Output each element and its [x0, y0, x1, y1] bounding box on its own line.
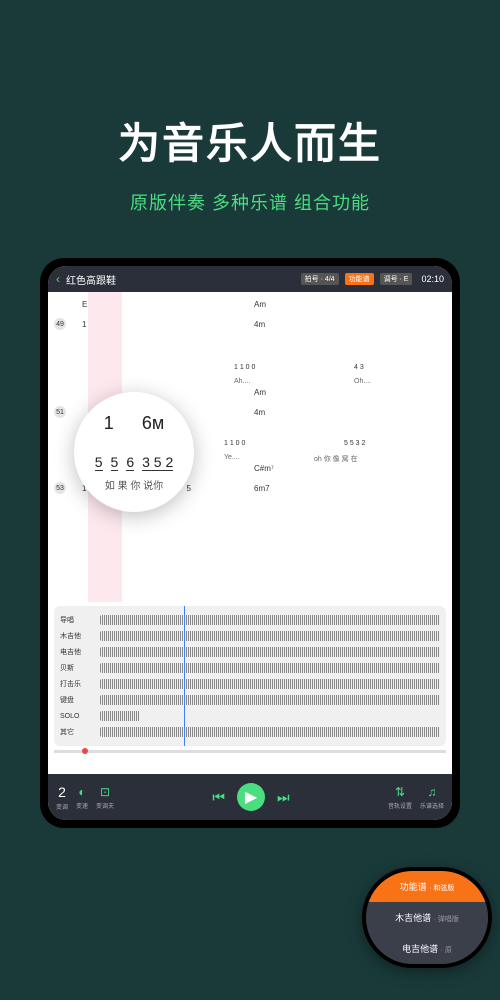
note: 1 — [82, 320, 86, 329]
popup-option-acoustic[interactable]: 木吉他谱 · 弹唱版 — [366, 902, 488, 933]
track-waveform — [100, 663, 440, 673]
next-icon[interactable]: ⏭ — [277, 789, 290, 806]
track-waveform — [100, 615, 440, 625]
bar-number: 51 — [54, 406, 66, 418]
popup-option-electric[interactable]: 电吉他谱 · 原 — [366, 933, 488, 964]
badge-time-sig[interactable]: 拍号 · 4/4 — [301, 273, 339, 285]
magnified-note: 1 — [104, 413, 114, 434]
time-display: 02:10 — [421, 274, 444, 284]
score-area[interactable]: E Am 49 1 4m 1 1 0 0 4 3 Ah.... Oh.... A… — [48, 292, 452, 602]
magnifier-zoom: 1 6м 5 5 6 3 5 2 如 果 你 说你 — [74, 392, 194, 512]
magnified-note: 6 — [126, 454, 134, 471]
note: 5 — [186, 484, 190, 493]
track-row[interactable]: SOLO — [60, 708, 440, 724]
playhead-line[interactable] — [184, 606, 185, 746]
hero-title: 为音乐人而生 — [0, 0, 500, 171]
music-note-icon: ♫ — [427, 785, 436, 799]
track-row[interactable]: 导唱 — [60, 612, 440, 628]
popup-label: 电吉他谱 — [402, 944, 438, 954]
tablet-screen: ‹ 红色高跟鞋 拍号 · 4/4 功能谱 调号 · E 02:10 E Am 4… — [48, 266, 452, 820]
lyric: Ah.... — [234, 378, 250, 385]
chord-label: Am — [254, 300, 266, 309]
transpose-value: 2 — [58, 784, 66, 800]
track-row[interactable]: 键盘 — [60, 692, 440, 708]
chord-label: Am — [254, 388, 266, 397]
popup-label: 功能谱 — [400, 882, 427, 892]
track-row[interactable]: 木吉他 — [60, 628, 440, 644]
sliders-icon: ⇅ — [395, 785, 405, 799]
chord-label: 6m7 — [254, 484, 270, 493]
lyric: Ye.... — [224, 454, 240, 461]
track-row[interactable]: 打击乐 — [60, 676, 440, 692]
notes: 5 5 3 2 — [344, 440, 365, 447]
control-label: 变速 — [76, 801, 88, 810]
score-type-popup: 功能谱 · 和弦版 木吉他谱 · 弹唱版 电吉他谱 · 原 — [362, 867, 492, 968]
play-button[interactable]: ▶ — [237, 783, 265, 811]
control-label: 乐谱选择 — [420, 801, 444, 810]
track-name: 木吉他 — [60, 631, 94, 641]
track-waveform — [100, 679, 440, 689]
notes: 4 3 — [354, 364, 364, 371]
app-header: ‹ 红色高跟鞋 拍号 · 4/4 功能谱 调号 · E 02:10 — [48, 266, 452, 292]
chord-label: 4m — [254, 320, 265, 329]
track-name: 其它 — [60, 727, 94, 737]
speedometer-icon: ◐ — [78, 785, 85, 799]
notes: 1 1 0 0 — [234, 364, 255, 371]
prev-icon[interactable]: ⏮ — [212, 789, 225, 806]
control-label: 音轨设置 — [388, 801, 412, 810]
popup-label: 木吉他谱 — [395, 913, 431, 923]
score-select-control[interactable]: ♫ 乐谱选择 — [420, 785, 444, 810]
progress-thumb[interactable] — [82, 748, 88, 754]
track-waveform — [100, 631, 440, 641]
track-waveform — [100, 711, 140, 721]
capo-control[interactable]: ⊡ 变调夫 — [96, 785, 114, 810]
hero-subtitle: 原版伴奏 多种乐谱 组合功能 — [0, 189, 500, 215]
track-row[interactable]: 电吉他 — [60, 644, 440, 660]
control-label: 变调 — [56, 802, 68, 811]
bar-number: 53 — [54, 482, 66, 494]
popup-sublabel: · 原 — [441, 947, 452, 954]
track-name: 键盘 — [60, 695, 94, 705]
track-row[interactable]: 其它 — [60, 724, 440, 740]
bar-number: 49 — [54, 318, 66, 330]
badge-score-type[interactable]: 功能谱 — [345, 273, 374, 285]
track-waveform — [100, 647, 440, 657]
progress-bar[interactable] — [54, 750, 446, 753]
tempo-control[interactable]: ◐ 变速 — [76, 785, 88, 810]
chord-label: C#m⁷ — [254, 464, 274, 473]
song-title: 红色高跟鞋 — [66, 272, 295, 287]
track-name: 导唱 — [60, 615, 94, 625]
popup-sublabel: · 和弦版 — [429, 885, 454, 892]
mixer-control[interactable]: ⇅ 音轨设置 — [388, 785, 412, 810]
track-row[interactable]: 贝斯 — [60, 660, 440, 676]
tracks-panel: 导唱 木吉他 电吉他 贝斯 打击乐 键盘 SOLO 其它 — [54, 606, 446, 746]
magnified-note: 5 — [95, 454, 103, 471]
track-waveform — [100, 727, 440, 737]
track-name: SOLO — [60, 713, 94, 720]
bottom-toolbar: 2 变调 ◐ 变速 ⊡ 变调夫 ⏮ ▶ ⏭ ⇅ 音轨设置 — [48, 774, 452, 820]
capo-icon: ⊡ — [100, 785, 110, 799]
track-name: 贝斯 — [60, 663, 94, 673]
lyric: oh 你 像 窝 在 — [314, 454, 358, 464]
magnified-note: 6м — [142, 413, 164, 434]
magnified-note: 3 5 2 — [142, 454, 173, 471]
chord-label: 4m — [254, 408, 265, 417]
play-icon: ▶ — [245, 787, 257, 807]
chord-label: E — [82, 300, 87, 309]
badge-key[interactable]: 调号 · E — [380, 273, 413, 285]
track-waveform — [100, 695, 440, 705]
tablet-frame: ‹ 红色高跟鞋 拍号 · 4/4 功能谱 调号 · E 02:10 E Am 4… — [40, 258, 460, 828]
magnified-lyric: 如 果 你 说你 — [105, 477, 163, 492]
track-name: 打击乐 — [60, 679, 94, 689]
track-name: 电吉他 — [60, 647, 94, 657]
popup-sublabel: · 弹唱版 — [434, 916, 459, 923]
popup-option-function[interactable]: 功能谱 · 和弦版 — [366, 871, 488, 902]
control-label: 变调夫 — [96, 801, 114, 810]
transpose-control[interactable]: 2 变调 — [56, 784, 68, 811]
back-icon[interactable]: ‹ — [56, 272, 60, 286]
notes: 1 1 0 0 — [224, 440, 245, 447]
lyric: Oh.... — [354, 378, 371, 385]
magnified-note: 5 — [111, 454, 119, 471]
